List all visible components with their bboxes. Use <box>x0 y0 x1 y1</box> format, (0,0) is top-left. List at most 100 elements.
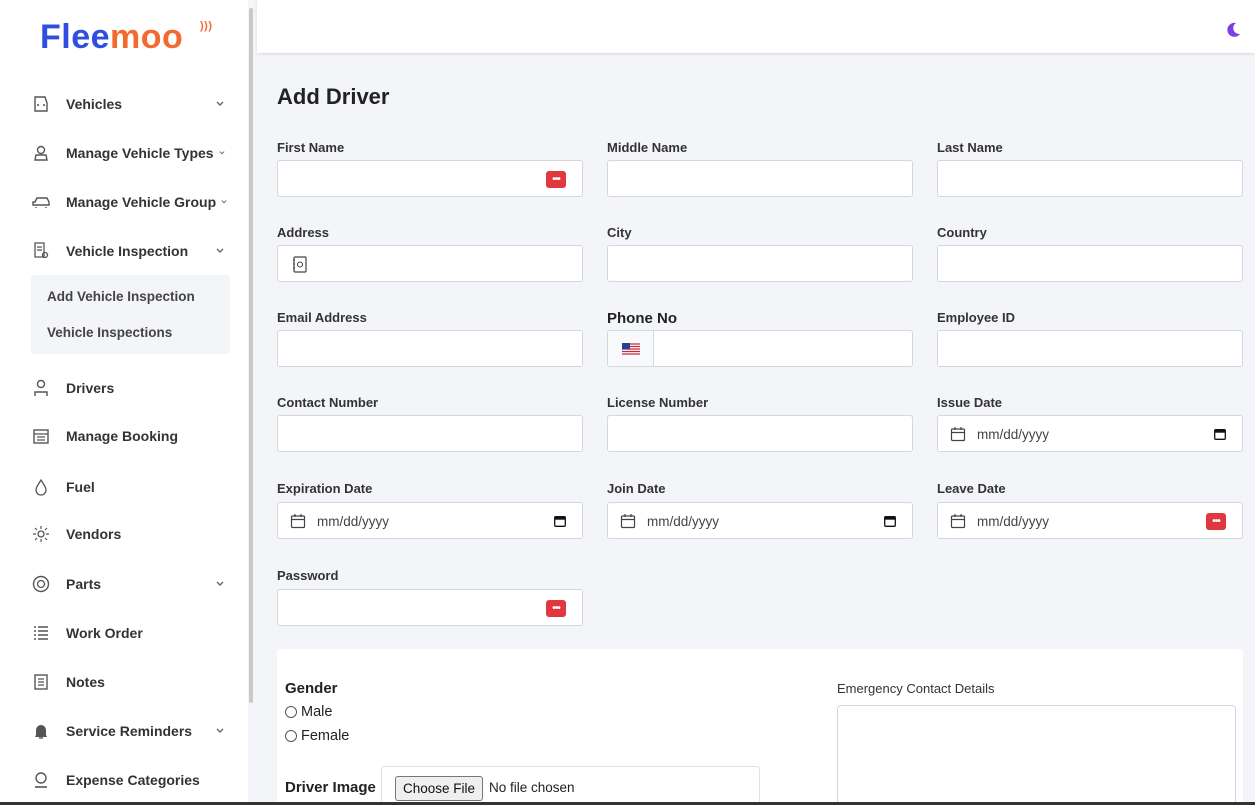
contact-number-field[interactable] <box>277 415 583 452</box>
email-label: Email Address <box>277 310 367 325</box>
employee-id-field[interactable] <box>937 330 1243 367</box>
vehicle-inspection-submenu: Add Vehicle Inspection Vehicle Inspectio… <box>31 275 230 354</box>
join-date-field[interactable]: mm/dd/yyyy <box>607 502 913 539</box>
password-manager-icon[interactable]: ••• <box>1206 513 1226 530</box>
date-picker-icon[interactable] <box>884 516 896 527</box>
expense-icon <box>30 770 52 790</box>
sidebar-item-work-order[interactable]: Work Order <box>30 620 235 646</box>
email-field[interactable] <box>277 330 583 367</box>
first-name-label: First Name <box>277 140 345 155</box>
sidebar-item-label: Parts <box>66 576 102 592</box>
date-placeholder: mm/dd/yyyy <box>317 514 390 529</box>
sidebar-item-fuel[interactable]: Fuel <box>30 474 235 500</box>
emergency-contact-textarea[interactable] <box>837 705 1236 805</box>
address-book-icon <box>293 256 307 273</box>
sidebar: Fleemoo ))) Vehicles Manage Vehicle Type… <box>0 0 248 805</box>
middle-name-field[interactable] <box>607 160 913 197</box>
inspection-icon <box>30 241 52 261</box>
address-field[interactable] <box>277 245 583 282</box>
sidebar-item-label: Service Reminders <box>66 723 193 739</box>
sidebar-item-label: Manage Booking <box>66 428 179 444</box>
moon-icon[interactable] <box>1225 22 1241 38</box>
sidebar-item-notes[interactable]: Notes <box>30 669 235 695</box>
sidebar-item-label: Vehicles <box>66 96 123 112</box>
calendar-icon <box>950 514 966 529</box>
car-group-icon <box>30 192 52 212</box>
chevron-down-icon <box>216 728 224 733</box>
expiration-date-label: Expiration Date <box>277 481 373 496</box>
sidebar-item-vehicles[interactable]: Vehicles <box>30 91 235 117</box>
sidebar-item-label: Expense Categories <box>66 772 200 788</box>
car-settings-icon <box>30 143 52 163</box>
sidebar-item-manage-vehicle-group[interactable]: Manage Vehicle Group <box>30 189 235 215</box>
sidebar-item-service-reminders[interactable]: Service Reminders <box>30 718 235 744</box>
contact-number-label: Contact Number <box>277 395 379 410</box>
employee-id-label: Employee ID <box>937 310 1016 325</box>
driver-icon <box>30 378 52 398</box>
date-placeholder: mm/dd/yyyy <box>977 514 1050 529</box>
last-name-label: Last Name <box>937 140 1003 155</box>
driver-image-label: Driver Image <box>285 779 376 796</box>
radio-button[interactable] <box>285 730 297 742</box>
choose-file-button[interactable]: Choose File <box>395 776 484 801</box>
date-picker-icon[interactable] <box>554 516 566 527</box>
issue-date-field[interactable]: mm/dd/yyyy <box>937 415 1243 452</box>
leave-date-field[interactable]: mm/dd/yyyy ••• <box>937 502 1243 539</box>
city-field[interactable] <box>607 245 913 282</box>
chevron-down-icon <box>216 581 224 586</box>
sidebar-item-drivers[interactable]: Drivers <box>30 375 235 401</box>
sidebar-item-manage-vehicle-types[interactable]: Manage Vehicle Types <box>30 140 235 166</box>
sidebar-item-label: Fuel <box>66 479 95 495</box>
chevron-down-icon <box>221 200 227 204</box>
radio-label: Male <box>301 704 333 720</box>
phone-field[interactable] <box>607 330 913 367</box>
password-manager-icon[interactable]: ••• <box>546 171 566 188</box>
issue-date-label: Issue Date <box>937 395 1003 410</box>
first-name-field[interactable]: ••• <box>277 160 583 197</box>
sidebar-item-label: Work Order <box>66 625 143 641</box>
sidebar-item-label: Drivers <box>66 380 115 396</box>
sidebar-item-expense-categories[interactable]: Expense Categories <box>30 767 235 793</box>
sidebar-item-vendors[interactable]: Vendors <box>30 521 235 547</box>
gender-option-female[interactable]: Female <box>285 728 349 744</box>
password-field[interactable]: ••• <box>277 589 583 626</box>
expiration-date-field[interactable]: mm/dd/yyyy <box>277 502 583 539</box>
logo-text-main: Flee <box>40 18 111 56</box>
leave-date-label: Leave Date <box>937 481 1006 496</box>
radio-label: Female <box>301 728 350 744</box>
driver-image-file-input[interactable]: Choose File No file chosen <box>381 766 760 805</box>
date-picker-icon[interactable] <box>1214 429 1226 440</box>
sidebar-scrollbar[interactable] <box>249 8 253 703</box>
page-title: Add Driver <box>277 84 390 109</box>
country-field[interactable] <box>937 245 1243 282</box>
gender-option-male[interactable]: Male <box>285 704 332 720</box>
us-flag-icon <box>621 342 640 355</box>
radio-button[interactable] <box>285 706 297 718</box>
sidebar-item-manage-booking[interactable]: Manage Booking <box>30 423 235 449</box>
sidebar-item-label: Notes <box>66 674 105 690</box>
phone-label: Phone No <box>607 310 677 327</box>
city-label: City <box>607 225 632 240</box>
logo-signal-icon: ))) <box>200 20 213 32</box>
password-manager-icon[interactable]: ••• <box>546 600 566 617</box>
join-date-label: Join Date <box>607 481 666 496</box>
fuel-drop-icon <box>30 477 52 497</box>
chevron-down-icon <box>219 151 225 155</box>
list-icon <box>30 623 52 643</box>
chevron-down-icon <box>216 248 224 253</box>
logo[interactable]: Fleemoo ))) <box>40 18 212 57</box>
sidebar-item-label: Vehicle Inspection <box>66 243 189 259</box>
sidebar-item-parts[interactable]: Parts <box>30 571 235 597</box>
sidebar-item-vehicle-inspection[interactable]: Vehicle Inspection <box>30 238 235 264</box>
sidebar-item-label: Manage Vehicle Group <box>66 194 217 210</box>
emergency-contact-label: Emergency Contact Details <box>837 681 995 696</box>
logo-text-accent: moo <box>110 18 184 56</box>
submenu-add-vehicle-inspection[interactable]: Add Vehicle Inspection <box>47 289 195 304</box>
chevron-down-icon <box>216 101 224 106</box>
country-code-selector[interactable] <box>608 331 654 366</box>
license-number-field[interactable] <box>607 415 913 452</box>
submenu-vehicle-inspections[interactable]: Vehicle Inspections <box>47 325 172 340</box>
last-name-field[interactable] <box>937 160 1243 197</box>
middle-name-label: Middle Name <box>607 140 688 155</box>
date-placeholder: mm/dd/yyyy <box>647 514 720 529</box>
